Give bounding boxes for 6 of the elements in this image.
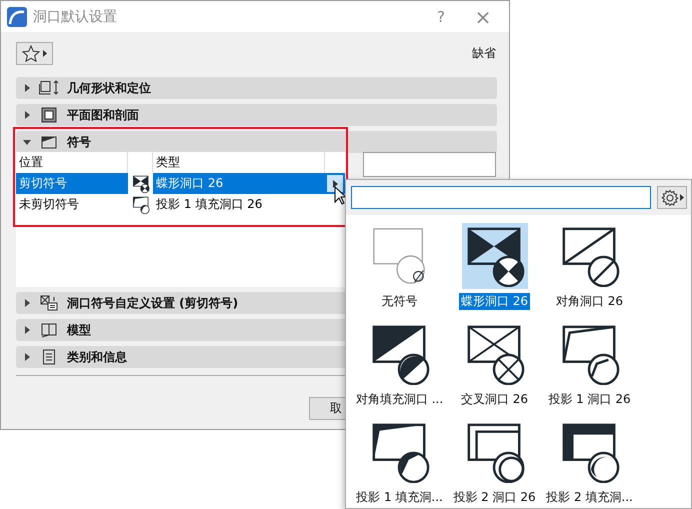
table-cell-text: 蝶形洞口 26 xyxy=(155,175,224,192)
window-title: 洞口默认设置 xyxy=(33,8,117,26)
table-cell-text: 剪切符号 xyxy=(18,175,68,192)
table-cell-text: 投影 1 填充洞口 26 xyxy=(155,196,264,213)
table-cell-text: 未剪切符号 xyxy=(18,196,80,213)
default-label: 缺省 xyxy=(472,45,496,62)
